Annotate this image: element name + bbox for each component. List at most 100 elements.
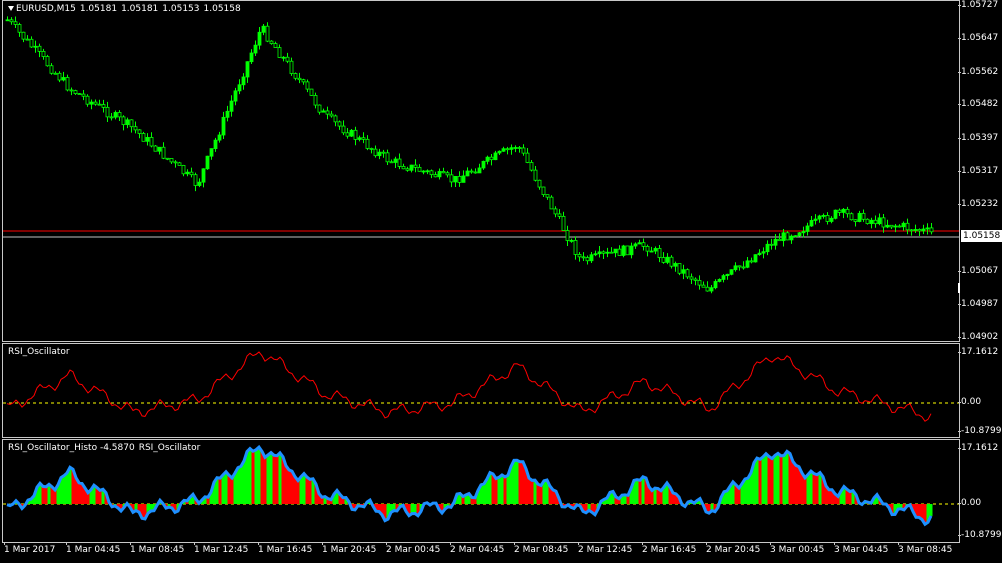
candle-body [93, 101, 98, 105]
candle-body [249, 52, 254, 63]
histogram-bar [515, 460, 519, 504]
time-axis[interactable]: 1 Mar 2017 1 Mar 04:45 1 Mar 08:45 1 Mar… [0, 542, 960, 563]
time-tick: 2 Mar 08:45 [514, 542, 569, 555]
histo-scale[interactable]: 17.1612 0.00 -10.8799 [957, 439, 1002, 543]
histogram-bar [53, 489, 57, 504]
histogram-bar [236, 467, 240, 504]
histogram-bar [806, 474, 810, 504]
candle-body [605, 251, 610, 254]
candle-body [37, 45, 42, 52]
candle-body [589, 254, 594, 262]
histogram-bar [491, 473, 495, 504]
candle-body [77, 93, 82, 96]
rsi-histogram-pane[interactable]: RSI_Oscillator_Histo -4.5870 RSI_Oscillat… [2, 439, 960, 543]
rsi-tick: 17.1612 [957, 347, 999, 357]
histogram-bar [494, 478, 498, 504]
histogram-bar [296, 480, 300, 504]
histogram-bar [287, 469, 291, 504]
candle-body [617, 248, 622, 256]
histogram-bar [497, 477, 501, 504]
candle-body [509, 147, 514, 150]
histogram-bar [275, 455, 279, 504]
candle-body [897, 225, 902, 228]
candle-body [517, 147, 522, 149]
rsi-oscillator-line [6, 351, 932, 422]
candle-body [117, 112, 122, 118]
rsi-oscillator-pane[interactable]: RSI_Oscillator [2, 343, 960, 438]
histogram-bar [77, 482, 81, 504]
histogram-bar [503, 476, 507, 504]
histogram-bar [299, 476, 303, 504]
candle-body [345, 132, 350, 137]
candle-body [205, 155, 210, 170]
histogram-bar [794, 465, 798, 504]
histogram-bar [917, 504, 921, 518]
histogram-bar [221, 474, 225, 504]
candle-body [625, 245, 630, 256]
candle-body [821, 215, 826, 217]
candle-body [281, 56, 286, 59]
histogram-bar [62, 475, 66, 504]
candle-body [629, 245, 634, 256]
candle-body [429, 170, 434, 176]
rsi-scale[interactable]: 17.1612 0.00 -10.8799 [957, 343, 1002, 438]
candle-body [901, 222, 906, 228]
candlestick-chart[interactable] [3, 1, 960, 342]
histogram-bar [506, 475, 510, 504]
histogram-bar [737, 487, 741, 504]
candle-body [925, 227, 930, 230]
candle-body [341, 125, 346, 134]
candle-body [825, 215, 830, 222]
candle-body [733, 265, 738, 271]
rsi-line-chart[interactable] [3, 344, 960, 438]
time-tick: 1 Mar 2017 [4, 542, 56, 555]
histogram-bar [638, 480, 642, 504]
chart-shift-marker[interactable] [958, 283, 960, 293]
candle-body [717, 278, 722, 282]
candle-body [157, 146, 162, 152]
candle-body [741, 266, 746, 269]
rsi-pane-title: RSI_Oscillator [8, 347, 70, 357]
histogram-bar [746, 478, 750, 504]
histogram-bar [251, 451, 255, 504]
candle-body [857, 212, 862, 222]
dropdown-triangle-icon[interactable] [8, 6, 14, 11]
candle-body [377, 151, 382, 157]
price-scale[interactable]: 1.05727 1.05647 1.05562 1.05482 1.05397 … [957, 0, 1002, 342]
candle-body [49, 65, 54, 74]
candle-body [53, 72, 58, 75]
low-value: 1.05153 [162, 4, 200, 14]
candle-body [577, 254, 582, 258]
histogram-bar [293, 476, 297, 504]
histogram-bar [41, 486, 45, 504]
candle-body [297, 77, 302, 81]
histogram-bar [263, 457, 267, 504]
candle-body [29, 38, 34, 48]
candle-body [781, 232, 786, 242]
histogram-bar [761, 456, 765, 504]
histogram-bar [536, 484, 540, 504]
candle-body [913, 229, 918, 231]
candle-body [81, 93, 86, 97]
histogram-bar [788, 453, 792, 504]
candle-body [209, 148, 214, 157]
candle-body [385, 152, 390, 163]
candle-body [269, 40, 274, 44]
candle-body [497, 150, 502, 154]
candle-body [21, 31, 26, 40]
candle-body [437, 171, 442, 178]
rsi-histogram-chart[interactable] [3, 440, 960, 543]
current-price-tag: 1.05158 [961, 230, 1002, 242]
histogram-bar [800, 473, 804, 504]
candle-body [505, 148, 510, 151]
candle-body [33, 45, 38, 48]
candle-body [121, 116, 126, 126]
histogram-bar [659, 490, 663, 504]
candle-body [769, 243, 774, 246]
candle-body [877, 217, 882, 225]
candle-body [585, 257, 590, 262]
histogram-bar [224, 471, 228, 504]
candle-body [917, 229, 922, 232]
price-chart-pane[interactable]: EURUSD,M15 1.05181 1.05181 1.05153 1.05158 [2, 0, 960, 342]
histogram-bar [767, 456, 771, 504]
